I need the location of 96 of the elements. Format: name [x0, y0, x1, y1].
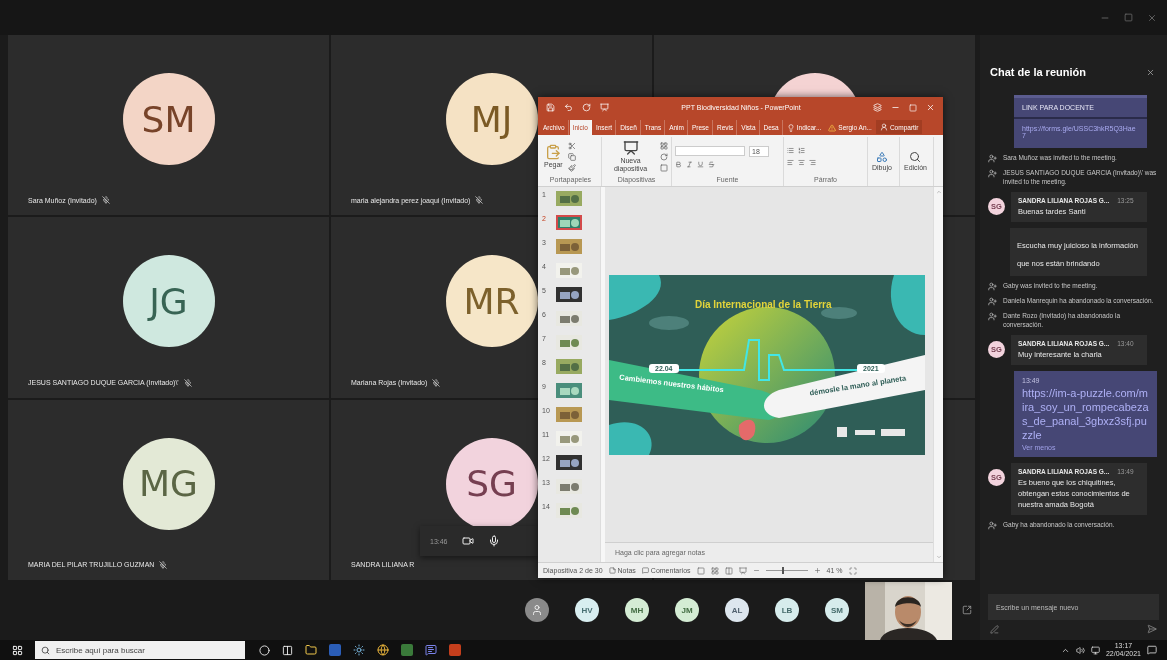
network-icon[interactable] [1090, 645, 1100, 655]
close-icon[interactable] [1147, 12, 1157, 23]
slide-thumbnail[interactable] [556, 311, 582, 326]
avatar: JG [122, 255, 215, 348]
user-plus-icon [988, 297, 997, 306]
fit-to-window-icon[interactable] [848, 566, 857, 575]
participant-avatar[interactable]: MH [625, 598, 649, 622]
cut-icon[interactable] [567, 141, 576, 150]
avatar: SM [122, 73, 215, 166]
slide-thumbnail[interactable] [556, 455, 582, 470]
pop-out-icon[interactable] [962, 605, 972, 615]
link[interactable]: https://im-a-puzzle.com/mira_soy_un_rompecabezas_de_panal_3gbxz3sfj.puzzle [1022, 386, 1149, 442]
slide-thumbnail[interactable] [556, 431, 582, 446]
app-icon[interactable] [401, 644, 413, 656]
section-icon[interactable] [660, 163, 668, 172]
camera-icon[interactable] [461, 535, 474, 547]
sorter-view-icon[interactable] [710, 566, 719, 575]
copy-icon[interactable] [567, 152, 576, 161]
format-icon[interactable] [990, 624, 999, 634]
microphone-icon[interactable] [487, 535, 500, 547]
participant-avatar[interactable]: LB [775, 598, 799, 622]
underline-icon[interactable] [697, 160, 704, 168]
undo-icon[interactable] [564, 103, 573, 112]
maximize-icon[interactable] [1124, 13, 1133, 22]
slide-thumbnail[interactable] [556, 335, 582, 350]
shapes-icon [875, 151, 888, 163]
align-center-icon[interactable] [798, 159, 805, 166]
slide-thumbnail[interactable] [556, 239, 582, 254]
avatar: MR [445, 255, 538, 348]
person-icon [531, 604, 543, 616]
speaker-icon[interactable] [1075, 645, 1085, 655]
send-icon[interactable] [1147, 624, 1157, 634]
slideshow-icon[interactable] [738, 566, 747, 575]
avatar: MG [122, 437, 215, 530]
task-view-icon[interactable] [282, 644, 293, 656]
participant-avatar[interactable]: JM [675, 598, 699, 622]
close-icon[interactable] [926, 103, 935, 112]
slide-thumbnail[interactable] [556, 479, 582, 494]
reading-view-icon[interactable] [724, 566, 733, 575]
windows-start-icon[interactable] [12, 644, 23, 656]
user-plus-icon [988, 154, 997, 163]
lightbulb-icon [786, 123, 795, 132]
align-left-icon[interactable] [787, 159, 794, 166]
warning-icon [828, 123, 837, 132]
layout-icon[interactable] [660, 141, 668, 150]
clipboard-icon [545, 144, 562, 160]
redo-icon[interactable] [582, 103, 591, 112]
normal-view-icon[interactable] [696, 566, 705, 575]
user-plus-icon [988, 169, 997, 178]
user-plus-icon [988, 282, 997, 291]
slide-icon [622, 140, 639, 156]
user-plus-icon [988, 521, 997, 530]
save-icon[interactable] [546, 103, 555, 112]
strikethrough-icon[interactable] [708, 160, 715, 168]
presentation-app-icon[interactable] [449, 644, 461, 656]
participant-avatar[interactable]: AL [725, 598, 749, 622]
close-icon[interactable] [1146, 67, 1155, 77]
slide-thumbnail[interactable] [556, 287, 582, 302]
zoom-out-icon[interactable] [752, 567, 760, 574]
slide-thumbnail[interactable] [556, 215, 582, 230]
chat-app-icon[interactable] [425, 644, 437, 656]
format-painter-icon[interactable] [567, 163, 576, 172]
slideshow-icon[interactable] [600, 103, 609, 112]
slide-thumbnail[interactable] [556, 191, 582, 206]
reset-icon[interactable] [660, 152, 668, 161]
circle-icon[interactable] [259, 644, 270, 656]
chat-title: Chat de la reunión [990, 66, 1086, 78]
bullets-icon[interactable] [787, 147, 794, 154]
participant-avatar[interactable]: HV [575, 598, 599, 622]
zoom-thumb[interactable] [782, 567, 785, 574]
comment-icon [641, 567, 649, 574]
bold-icon[interactable] [675, 160, 682, 168]
zoom-in-icon[interactable] [813, 567, 821, 574]
search-icon [909, 151, 922, 163]
align-right-icon[interactable] [809, 159, 816, 166]
search-icon [41, 645, 50, 655]
browser-icon[interactable] [377, 644, 389, 656]
italic-icon[interactable] [686, 160, 693, 168]
font-name-field[interactable] [675, 146, 745, 156]
folder-icon[interactable] [305, 644, 317, 656]
app-icon[interactable] [353, 644, 365, 656]
notes-icon [608, 567, 616, 574]
slide-thumbnail[interactable] [556, 383, 582, 398]
slide-thumbnail[interactable] [556, 407, 582, 422]
slide-title: Día Internacional de la Tierra [695, 298, 832, 310]
participant-avatar[interactable] [525, 598, 549, 622]
participant-avatar[interactable]: SM [825, 598, 849, 622]
slide-thumbnail[interactable] [556, 503, 582, 518]
slide-thumbnail[interactable] [556, 359, 582, 374]
notifications-icon[interactable] [1147, 645, 1157, 655]
user-plus-icon [988, 312, 997, 321]
numbering-icon[interactable] [798, 147, 805, 154]
taskbar-search-field[interactable]: Escribe aquí para buscar [35, 641, 245, 659]
person-icon [879, 123, 888, 131]
avatar: MJ [445, 73, 538, 166]
slide-thumbnail[interactable] [556, 263, 582, 278]
